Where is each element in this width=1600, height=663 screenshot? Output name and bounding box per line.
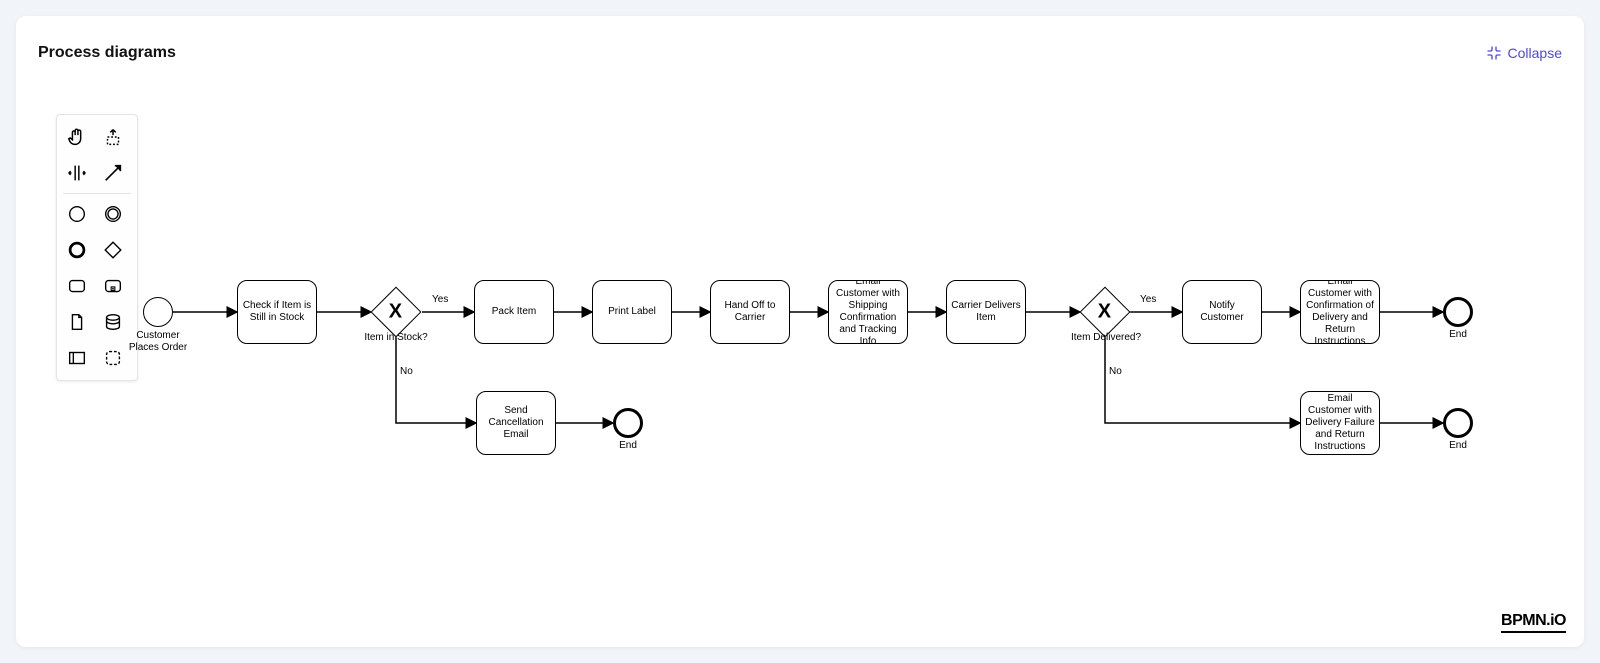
diagram-canvas[interactable]: Customer Places Order Check if Item is S… — [16, 76, 1584, 647]
task-notify-customer[interactable]: Notify Customer — [1182, 280, 1262, 344]
collapse-label: Collapse — [1508, 45, 1562, 61]
gateway-item-in-stock[interactable]: X — [371, 287, 422, 338]
panel: Process diagrams Collapse — [16, 16, 1584, 647]
task-check-stock[interactable]: Check if Item is Still in Stock — [237, 280, 317, 344]
edge-label-yes-1: Yes — [432, 294, 448, 306]
end-event-1-label: End — [1446, 329, 1470, 341]
collapse-button[interactable]: Collapse — [1486, 45, 1562, 61]
bpmn-io-logo[interactable]: BPMN.iO — [1501, 612, 1566, 633]
panel-header: Process diagrams Collapse — [38, 38, 1562, 68]
end-event-2-label: End — [616, 440, 640, 452]
end-event-1[interactable] — [1443, 297, 1473, 327]
task-cancellation-email[interactable]: Send Cancellation Email — [476, 391, 556, 455]
task-email-failure[interactable]: Email Customer with Delivery Failure and… — [1300, 391, 1380, 455]
collapse-icon — [1486, 45, 1502, 61]
end-event-2[interactable] — [613, 408, 643, 438]
task-handoff-carrier[interactable]: Hand Off to Carrier — [710, 280, 790, 344]
gateway-stock-label: Item in Stock? — [360, 332, 432, 344]
edge-label-yes-2: Yes — [1140, 294, 1156, 306]
edges — [16, 76, 1584, 647]
task-print-label[interactable]: Print Label — [592, 280, 672, 344]
task-pack-item[interactable]: Pack Item — [474, 280, 554, 344]
task-carrier-delivers[interactable]: Carrier Delivers Item — [946, 280, 1026, 344]
end-event-3[interactable] — [1443, 408, 1473, 438]
start-event-label: Customer Places Order — [120, 330, 196, 354]
gateway-item-delivered[interactable]: X — [1080, 287, 1131, 338]
edge-label-no-1: No — [400, 366, 413, 378]
edge-label-no-2: No — [1109, 366, 1122, 378]
task-email-shipping[interactable]: Email Customer with Shipping Confirmatio… — [828, 280, 908, 344]
task-email-delivery[interactable]: Email Customer with Confirmation of Deli… — [1300, 280, 1380, 344]
panel-title: Process diagrams — [38, 44, 176, 62]
gateway-delivered-label: Item Delivered? — [1066, 332, 1146, 344]
end-event-3-label: End — [1446, 440, 1470, 452]
start-event[interactable] — [143, 297, 173, 327]
